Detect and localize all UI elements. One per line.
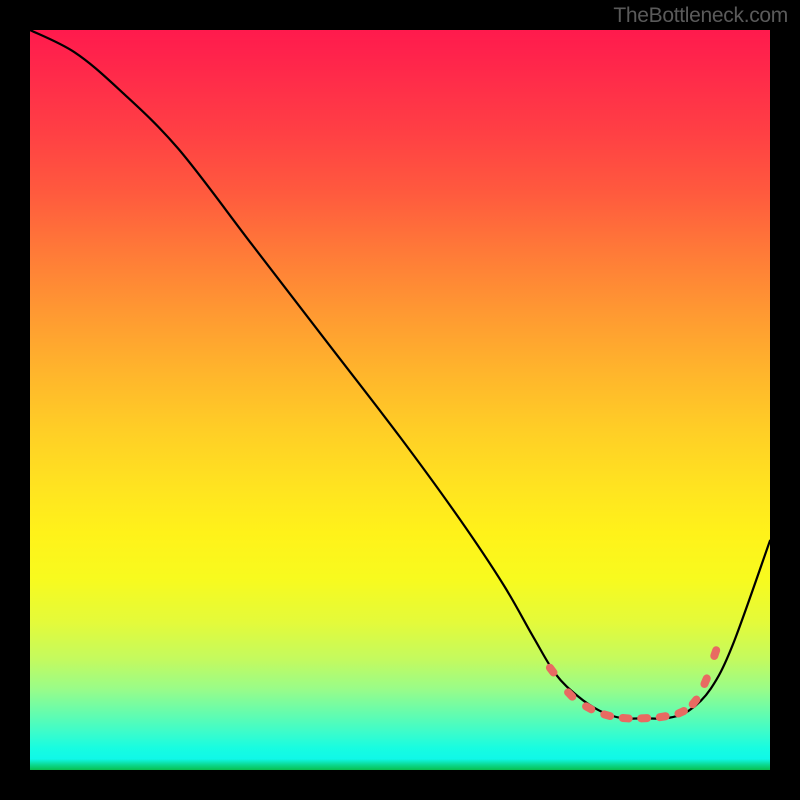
curve-marker bbox=[709, 645, 721, 661]
plot-area bbox=[30, 30, 770, 770]
watermark-text: TheBottleneck.com bbox=[613, 4, 788, 28]
curve-line bbox=[30, 30, 770, 719]
curve-marker bbox=[637, 714, 651, 723]
curve-marker bbox=[655, 712, 670, 722]
curve-marker bbox=[562, 687, 578, 703]
curve-markers bbox=[544, 645, 721, 723]
chart-svg bbox=[30, 30, 770, 770]
curve-marker bbox=[618, 714, 633, 723]
curve-marker bbox=[699, 673, 712, 689]
